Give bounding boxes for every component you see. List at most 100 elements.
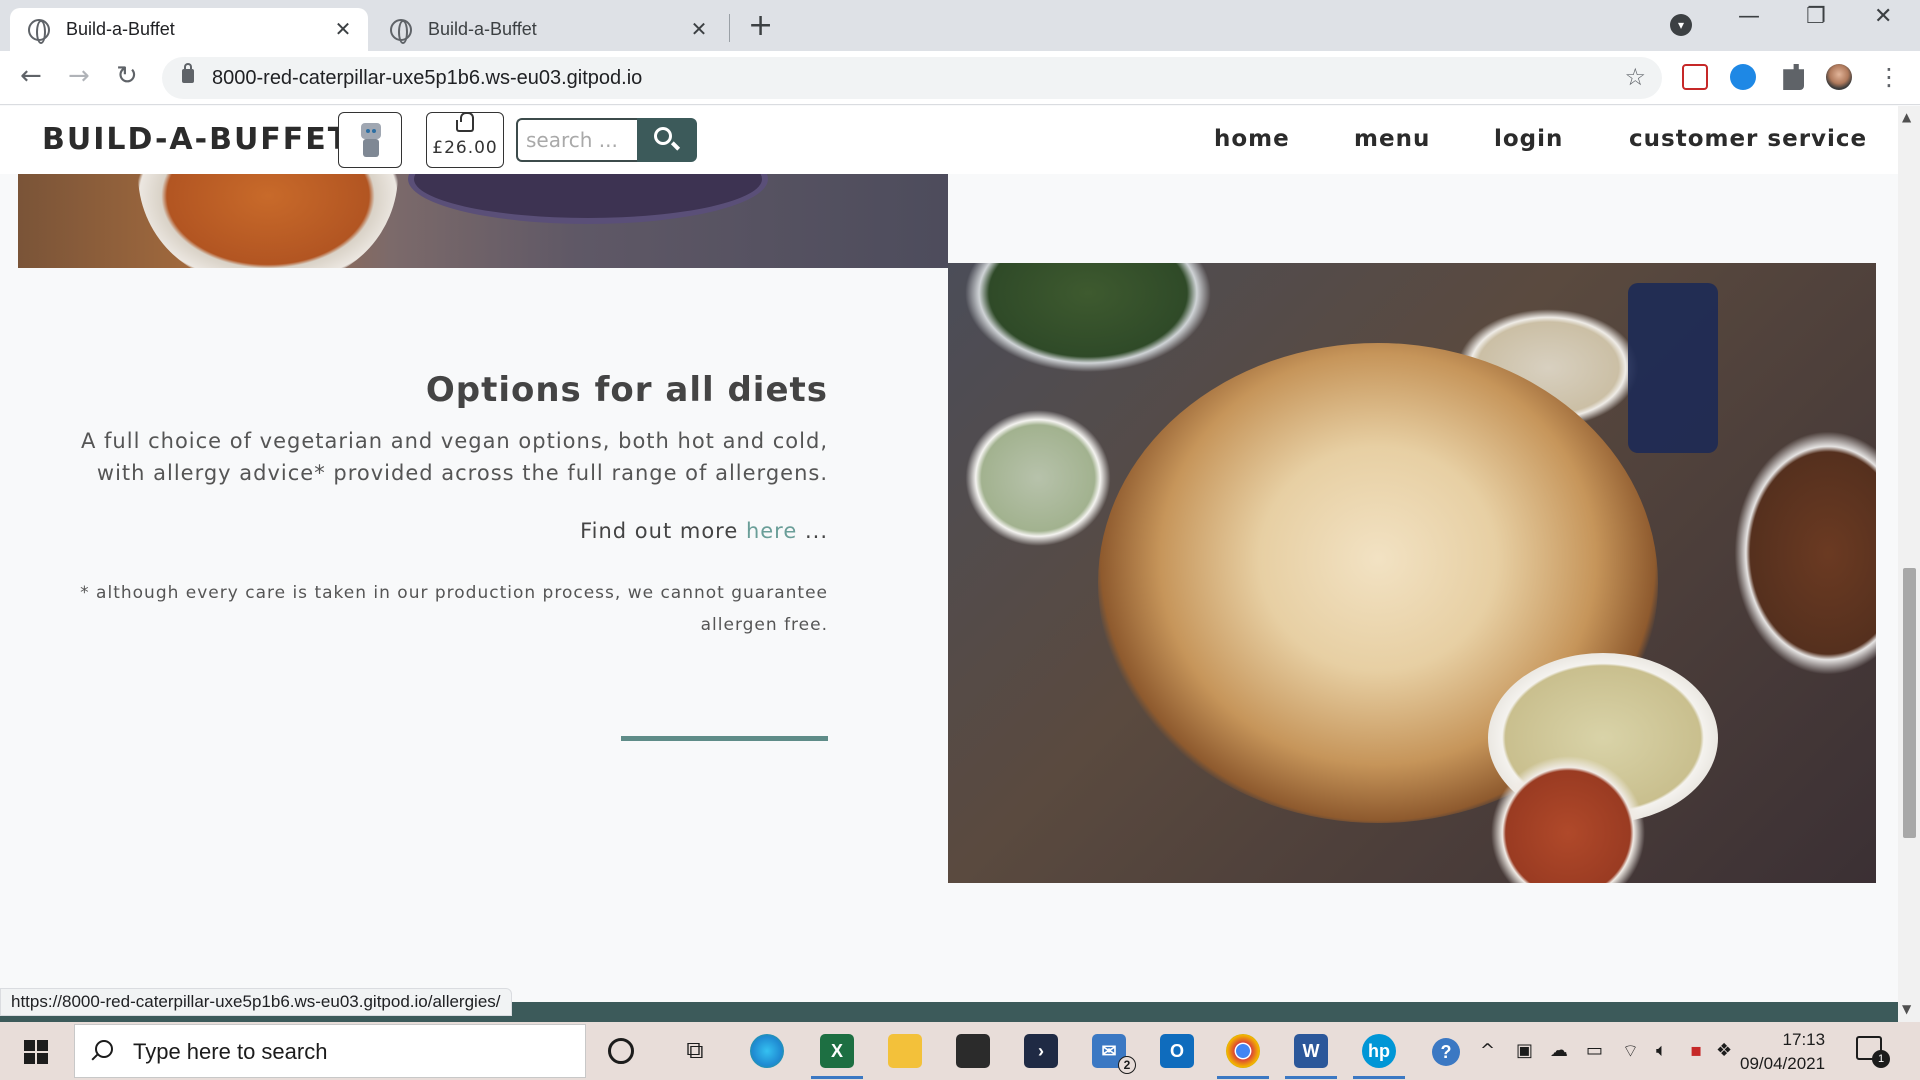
search-input[interactable]: [518, 120, 638, 160]
section-heading: Options for all diets: [425, 370, 828, 410]
clock-time: 17:13: [1782, 1030, 1826, 1049]
notification-count: 1: [1872, 1050, 1890, 1068]
active-app-indicator: [1217, 1076, 1269, 1079]
action-center-icon[interactable]: 1: [1856, 1036, 1890, 1068]
tab-separator: [729, 14, 730, 42]
chrome-icon[interactable]: [1226, 1034, 1260, 1068]
falafel-bowl: [1728, 423, 1876, 683]
url-text: 8000-red-caterpillar-uxe5p1b6.ws-eu03.gi…: [212, 67, 643, 89]
onedrive-icon[interactable]: ☁: [1550, 1040, 1568, 1061]
allergies-link[interactable]: here: [746, 519, 797, 543]
search-icon: [654, 127, 672, 145]
nav-menu[interactable]: menu: [1354, 126, 1430, 152]
dropbox-icon[interactable]: ❖: [1716, 1040, 1732, 1061]
new-tab-button[interactable]: +: [748, 8, 773, 44]
hp-icon[interactable]: hp: [1362, 1034, 1396, 1068]
scroll-thumb[interactable]: [1903, 568, 1916, 838]
search-icon-handle: [670, 141, 681, 151]
basket-total: £26.00: [432, 138, 498, 158]
page-scrollbar[interactable]: ▲ ▼: [1898, 106, 1920, 1022]
tab-inactive[interactable]: Build-a-Buffet ✕: [372, 8, 724, 51]
start-tile: [24, 1040, 35, 1051]
shield-extension-icon[interactable]: [1730, 64, 1756, 90]
outlook-icon[interactable]: O: [1160, 1034, 1194, 1068]
browser-menu-icon[interactable]: ⋮: [1876, 64, 1902, 90]
powershell-icon[interactable]: ›: [1024, 1034, 1058, 1068]
start-tile: [24, 1053, 35, 1064]
accent-divider: [621, 736, 828, 741]
taskbar-search-text: Type here to search: [133, 1039, 328, 1064]
profile-avatar[interactable]: [1826, 64, 1852, 90]
task-view-icon[interactable]: ⧉: [678, 1034, 712, 1068]
nav-customer-service[interactable]: customer service: [1629, 126, 1867, 152]
close-tab-icon[interactable]: ✕: [332, 17, 354, 42]
globe-icon: [28, 18, 50, 44]
battery-icon[interactable]: ▭: [1586, 1040, 1603, 1061]
scroll-up-icon[interactable]: ▲: [1902, 110, 1911, 124]
section-paragraph: A full choice of vegetarian and vegan op…: [81, 428, 828, 485]
tab-search-icon[interactable]: ▾: [1670, 14, 1692, 36]
site-brand[interactable]: BUILD-A-BUFFET: [42, 122, 350, 157]
robot-eye: [372, 129, 376, 133]
tab-title: Build-a-Buffet: [428, 19, 537, 39]
nav-login[interactable]: login: [1494, 126, 1563, 152]
globe-icon: [390, 18, 412, 44]
back-icon[interactable]: ←: [20, 61, 42, 91]
site-navbar: BUILD-A-BUFFET £26.00 home menu login cu…: [0, 106, 1898, 174]
meet-now-icon[interactable]: ▣: [1516, 1040, 1533, 1061]
drink-glass: [1628, 283, 1718, 453]
search-button[interactable]: [637, 118, 697, 162]
nav-home[interactable]: home: [1214, 126, 1290, 152]
robot-icon: [361, 123, 381, 139]
search-icon: [95, 1040, 113, 1058]
robot-body: [363, 139, 379, 157]
windows-start-icon[interactable]: [24, 1040, 48, 1064]
reload-icon[interactable]: ↻: [116, 61, 138, 91]
mail-badge: 2: [1118, 1056, 1136, 1074]
wifi-icon[interactable]: ⌔: [1622, 1040, 1639, 1063]
clock-date: 09/04/2021: [1740, 1054, 1826, 1073]
word-icon[interactable]: W: [1294, 1034, 1328, 1068]
tab-active[interactable]: Build-a-Buffet ✕: [10, 8, 368, 51]
notification-app-icon[interactable]: ▪: [1690, 1040, 1702, 1061]
plate: [408, 174, 768, 224]
green-dip: [958, 403, 1118, 553]
pocket-extension-icon[interactable]: [1682, 64, 1708, 90]
windows-taskbar: Type here to search ⧉ X › ✉ 2 O W hp ? ^…: [0, 1022, 1920, 1080]
taskbar-search-box[interactable]: Type here to search: [74, 1024, 586, 1078]
diet-options-section: Options for all diets A full choice of v…: [40, 370, 828, 641]
robot-button[interactable]: [338, 112, 402, 168]
show-hidden-icons-icon[interactable]: ^: [1480, 1040, 1495, 1061]
scroll-down-icon[interactable]: ▼: [1902, 1002, 1911, 1016]
volume-icon[interactable]: 🔈︎: [1656, 1040, 1667, 1061]
start-tile: [37, 1040, 48, 1051]
salad-bowl: [948, 263, 1228, 383]
address-bar[interactable]: 8000-red-caterpillar-uxe5p1b6.ws-eu03.gi…: [162, 57, 1662, 99]
spice-bowl: [138, 174, 398, 268]
buffet-food-image: [948, 263, 1876, 883]
help-icon[interactable]: ?: [1432, 1038, 1460, 1066]
close-window-button[interactable]: ✕: [1874, 4, 1892, 29]
edge-icon[interactable]: [750, 1034, 784, 1068]
excel-icon[interactable]: X: [820, 1034, 854, 1068]
basket-icon: [456, 112, 474, 132]
forward-icon[interactable]: →: [68, 61, 90, 91]
robot-eye: [366, 129, 370, 133]
system-clock[interactable]: 17:13 09/04/2021: [1740, 1028, 1825, 1076]
file-explorer-icon[interactable]: [888, 1034, 922, 1068]
find-more-text: Find out more: [580, 518, 739, 543]
spices-image: [18, 174, 948, 268]
browser-toolbar: ← → ↻ 8000-red-caterpillar-uxe5p1b6.ws-e…: [0, 51, 1920, 105]
active-app-indicator: [1353, 1076, 1405, 1079]
bookmark-star-icon[interactable]: ☆: [1624, 63, 1646, 91]
store-icon[interactable]: [956, 1034, 990, 1068]
lock-icon[interactable]: [182, 63, 194, 83]
cortana-icon[interactable]: [608, 1038, 634, 1064]
allergen-footnote: * although every care is taken in our pr…: [80, 582, 828, 635]
close-tab-icon[interactable]: ✕: [688, 17, 710, 42]
minimize-button[interactable]: —: [1738, 4, 1760, 29]
basket-button[interactable]: £26.00: [426, 112, 504, 168]
find-out-more: Find out more here ...: [40, 519, 828, 543]
active-app-indicator: [1285, 1076, 1337, 1079]
restore-button[interactable]: ❐: [1806, 4, 1826, 29]
